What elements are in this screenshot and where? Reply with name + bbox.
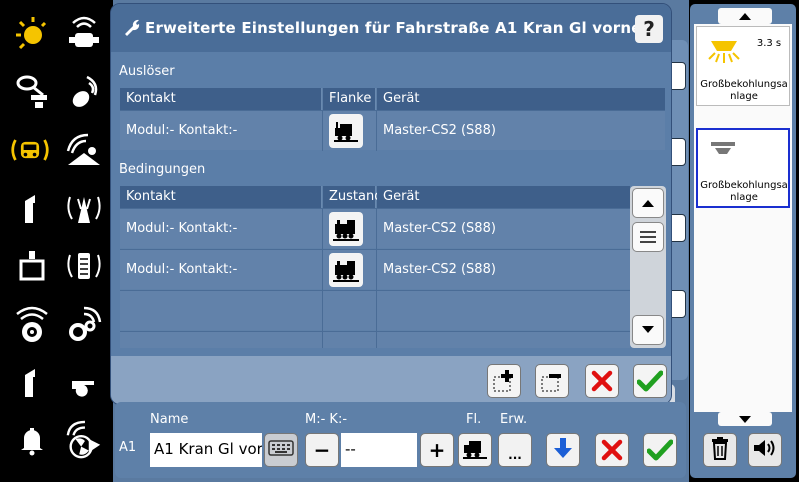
empty-cell	[120, 291, 323, 331]
locomotive-icon[interactable]	[329, 114, 363, 148]
column-header-kontakt: Kontakt	[120, 88, 322, 110]
remove-row-button[interactable]	[535, 364, 569, 398]
confirm-route-button[interactable]	[643, 433, 677, 467]
ok-button[interactable]	[633, 364, 667, 398]
help-button[interactable]: ?	[635, 15, 663, 43]
keyboard-button[interactable]	[264, 433, 298, 467]
device-cell: Master-CS2 (S88)	[383, 262, 496, 277]
arrow-down-icon	[551, 436, 575, 464]
locomotive-icon[interactable]	[329, 253, 363, 287]
signal-icon[interactable]	[10, 188, 50, 228]
delete-item-button[interactable]	[703, 433, 737, 467]
empty-cell	[323, 291, 377, 331]
item-card[interactable]: 3.3 s Großbekohlungsanlage	[696, 26, 790, 106]
crane-hook-icon[interactable]	[12, 72, 52, 112]
route-id: A1	[119, 440, 137, 455]
add-row-button[interactable]	[487, 364, 521, 398]
name-label: Name	[150, 412, 189, 427]
column-header-geraet: Gerät	[377, 88, 665, 110]
right-scroll-up-button[interactable]	[718, 8, 772, 24]
scroll-up-button[interactable]	[632, 188, 664, 218]
triggers-section-label: Auslöser	[119, 64, 175, 79]
contact-cell: Modul:- Kontakt:-	[120, 111, 323, 151]
left-toolbar	[0, 0, 113, 482]
locomotive-icon	[461, 435, 489, 465]
item-card-value: 3.3 s	[756, 38, 782, 49]
signal-post-icon[interactable]	[10, 362, 50, 402]
column-header-kontakt: Kontakt	[120, 186, 322, 208]
state-cell	[323, 209, 377, 249]
module-contact-input[interactable]: --	[341, 433, 417, 467]
device-cell: Master-CS2 (S88)	[383, 123, 496, 138]
keyboard-icon	[268, 440, 294, 460]
lamp-icon	[705, 37, 743, 70]
lamp-off-icon	[708, 140, 738, 163]
gears-wireless-icon[interactable]	[64, 304, 104, 344]
dialog-title-bar: Erweiterte Einstellungen für Fahrstraße …	[111, 4, 671, 52]
empty-cell	[120, 332, 323, 348]
speaker-wireless-icon[interactable]	[12, 304, 52, 344]
device-cell: Master-CS2 (S88)	[383, 221, 496, 236]
wrench-icon	[123, 18, 141, 40]
item-card-label: Großbekohlungsanlage	[700, 79, 788, 102]
module-contact-label: M:- K:-	[305, 412, 348, 427]
trash-icon	[710, 436, 730, 464]
edge-cell	[323, 111, 377, 151]
column-header-zustand: Zustand	[323, 186, 382, 208]
fan-wireless-icon[interactable]	[64, 420, 104, 460]
conditions-table: Kontakt Zustand Gerät Modul:- Kontakt:- …	[120, 186, 630, 348]
route-active-icon[interactable]	[10, 130, 50, 170]
wireless-module-icon[interactable]	[64, 246, 104, 286]
locomotive-icon[interactable]	[329, 212, 363, 246]
extended-label: Erw.	[500, 412, 528, 427]
dialog-toolbar	[111, 356, 671, 404]
scroll-down-button[interactable]	[632, 315, 664, 345]
triggers-table: Kontakt Flanke Gerät Modul:- Kontakt:- M…	[120, 88, 665, 151]
extended-settings-button[interactable]: ...	[498, 433, 532, 467]
weight-icon[interactable]	[12, 246, 52, 286]
column-header-geraet: Gerät	[377, 186, 630, 208]
flank-locomotive-button[interactable]	[458, 433, 492, 467]
bell-icon[interactable]	[12, 420, 52, 460]
sound-button[interactable]	[748, 433, 782, 467]
turntable-icon[interactable]	[64, 130, 104, 170]
whistle-icon[interactable]	[64, 366, 104, 406]
move-down-button[interactable]	[546, 433, 580, 467]
decrement-button[interactable]: −	[305, 433, 339, 467]
dialog-title: Erweiterte Einstellungen für Fahrstraße …	[145, 19, 642, 37]
flank-label: Fl.	[466, 412, 482, 427]
table-row[interactable]: Modul:- Kontakt:- Master-CS2 (S88)	[120, 249, 630, 290]
table-row[interactable]: Modul:- Kontakt:- Master-CS2 (S88)	[120, 208, 630, 249]
empty-row	[120, 331, 630, 348]
wireless-decoder-icon[interactable]	[64, 14, 104, 54]
rail-crossing-icon[interactable]	[64, 72, 104, 112]
empty-row	[120, 290, 630, 331]
item-card-selected[interactable]: Großbekohlungsanlage	[696, 128, 790, 208]
column-header-flanke: Flanke	[323, 88, 376, 110]
speaker-icon	[752, 437, 778, 463]
advanced-settings-dialog: Erweiterte Einstellungen für Fahrstraße …	[110, 3, 672, 405]
name-input[interactable]: A1 Kran Gl vorne	[150, 433, 262, 467]
contact-cell: Modul:- Kontakt:-	[120, 250, 323, 290]
contact-cell: Modul:- Kontakt:-	[120, 209, 323, 249]
conditions-scrollbar[interactable]	[630, 186, 666, 348]
increment-button[interactable]: +	[420, 433, 454, 467]
scroll-handle[interactable]	[632, 222, 664, 252]
light-bulb-icon[interactable]	[12, 14, 52, 54]
item-card-label: Großbekohlungsanlage	[700, 180, 788, 203]
empty-cell	[323, 332, 377, 348]
fountain-icon[interactable]	[64, 188, 104, 228]
cancel-button[interactable]	[585, 364, 619, 398]
table-row[interactable]: Modul:- Kontakt:- Master-CS2 (S88)	[120, 110, 665, 151]
state-cell	[323, 250, 377, 290]
conditions-section-label: Bedingungen	[119, 162, 206, 177]
right-scroll-down-button[interactable]	[718, 412, 772, 426]
delete-route-button[interactable]	[595, 433, 629, 467]
